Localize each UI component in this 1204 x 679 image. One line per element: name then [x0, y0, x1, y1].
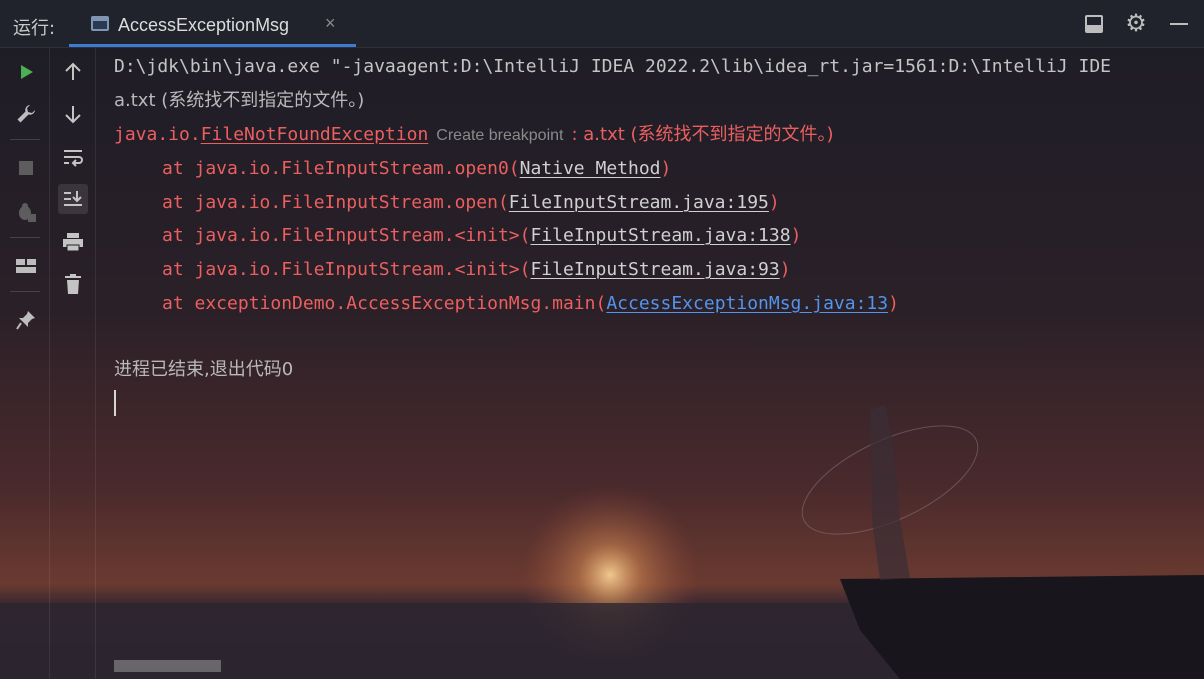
stack-frame-close: ) [790, 225, 802, 246]
arrow-down-icon[interactable] [58, 99, 88, 129]
exception-line: java.io.FileNotFoundException Create brea… [114, 121, 834, 149]
stack-frame: at java.io.FileInputStream.open0(Native … [114, 155, 671, 183]
exit-message: 进程已结束,退出代码0 [114, 359, 294, 380]
wrench-icon[interactable] [11, 99, 41, 129]
run-label: 运行: [13, 18, 56, 39]
stack-frame: at exceptionDemo.AccessExceptionMsg.main… [114, 290, 899, 318]
command-line: D:\jdk\bin\java.exe "-javaagent:D:\Intel… [114, 56, 1111, 77]
scroll-to-end-icon[interactable] [58, 184, 88, 214]
gear-icon[interactable]: ⚙ [1125, 12, 1147, 36]
create-breakpoint-hint[interactable]: Create breakpoint [428, 127, 571, 144]
stack-frame-link[interactable]: FileInputStream.java:195 [509, 192, 769, 213]
layout-icon[interactable] [1083, 13, 1105, 35]
trash-icon[interactable] [58, 269, 88, 299]
stop-icon[interactable] [11, 153, 41, 183]
stack-frame-method: at java.io.FileInputStream.open0( [162, 158, 520, 179]
stack-frame-close: ) [660, 158, 672, 179]
stack-frame-close: ) [768, 192, 780, 213]
stack-frame-method: at java.io.FileInputStream.<init>( [162, 259, 531, 280]
stack-frame-method: at exceptionDemo.AccessExceptionMsg.main… [162, 293, 607, 314]
layout-icon[interactable] [11, 251, 41, 281]
tab-title: AccessExceptionMsg [118, 15, 290, 35]
console-window-icon [91, 16, 109, 31]
text-caret [114, 390, 116, 416]
exception-class-link[interactable]: FileNotFoundException [201, 124, 429, 145]
print-icon[interactable] [58, 227, 88, 257]
stack-frame-link[interactable]: Native Method [520, 158, 661, 179]
stack-frame-source-link[interactable]: AccessExceptionMsg.java:13 [606, 293, 888, 314]
stack-frame-close: ) [779, 259, 791, 280]
stack-frame: at java.io.FileInputStream.<init>(FileIn… [114, 222, 801, 250]
stack-frame-link[interactable]: FileInputStream.java:138 [530, 225, 790, 246]
stack-frame-method: at java.io.FileInputStream.open( [162, 192, 509, 213]
stack-frame-link[interactable]: FileInputStream.java:93 [530, 259, 779, 280]
run-actions-toolbar [0, 48, 50, 679]
arrow-up-icon[interactable] [58, 57, 88, 87]
close-icon[interactable]: × [325, 13, 336, 34]
exception-package: java.io. [114, 124, 201, 145]
tab-access-exception-msg[interactable]: AccessExceptionMsg × [69, 0, 356, 47]
horizontal-scrollbar[interactable] [114, 660, 221, 672]
minimize-icon[interactable] [1168, 13, 1190, 35]
debug-stop-icon[interactable] [11, 197, 41, 227]
exception-message: : a.txt (系统找不到指定的文件。) [571, 124, 834, 145]
stack-frame-method: at java.io.FileInputStream.<init>( [162, 225, 531, 246]
stack-frame-close: ) [888, 293, 899, 314]
soft-wrap-icon[interactable] [58, 142, 88, 172]
stack-frame: at java.io.FileInputStream.<init>(FileIn… [114, 256, 791, 284]
run-tool-window-header: 运行: AccessExceptionMsg × ⚙ [0, 0, 1204, 48]
stack-frame: at java.io.FileInputStream.open(FileInpu… [114, 189, 780, 217]
output-line: a.txt (系统找不到指定的文件。) [114, 90, 365, 111]
pin-icon[interactable] [11, 305, 41, 335]
console-output[interactable]: D:\jdk\bin\java.exe "-javaagent:D:\Intel… [96, 48, 1204, 679]
console-actions-toolbar [50, 48, 96, 679]
play-icon[interactable] [11, 57, 41, 87]
